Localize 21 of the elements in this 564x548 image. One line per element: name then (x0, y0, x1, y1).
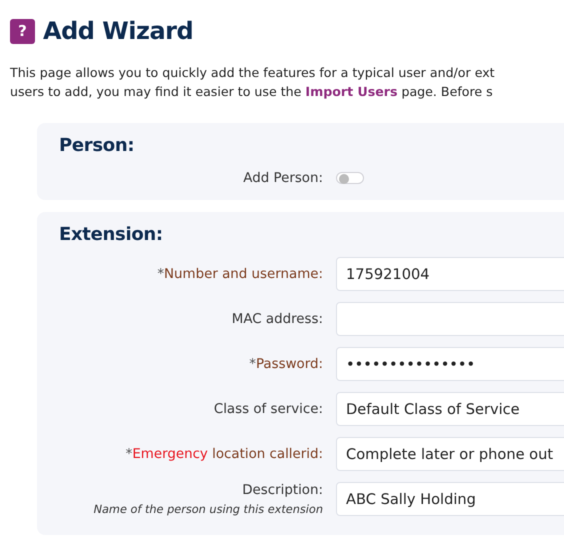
field-label: Add Person: (243, 170, 323, 186)
input-field[interactable]: ABC Sally Holding (336, 482, 564, 516)
input-field[interactable]: 175921004 (336, 257, 564, 291)
field-label: MAC address: (232, 312, 323, 326)
import-users-link[interactable]: Import Users (305, 84, 398, 99)
toggle-switch[interactable] (336, 172, 364, 184)
intro-text: This page allows you to quickly add the features for a typical user and/or ext users to add, you may find it easier to use the Import Users page. Before s (10, 64, 495, 101)
help-icon: ? (10, 18, 35, 44)
input-field[interactable]: Complete later or phone out (336, 437, 564, 471)
field-label: Class of service: (214, 402, 323, 416)
field-label: *Emergency location callerid: (126, 446, 323, 462)
input-field[interactable]: ••••••••••••••• (336, 347, 564, 381)
section-title: Extension: (59, 224, 163, 245)
page-title: Add Wizard (43, 17, 194, 45)
field-hint: Name of the person using this extension (94, 502, 323, 516)
section-title: Person: (59, 135, 134, 156)
input-field[interactable]: Default Class of Service (336, 392, 564, 426)
input-field[interactable] (336, 302, 564, 336)
field-label: *Password: (249, 356, 323, 372)
field-label: *Number and username: (157, 266, 323, 282)
field-label: Description: (242, 482, 323, 498)
